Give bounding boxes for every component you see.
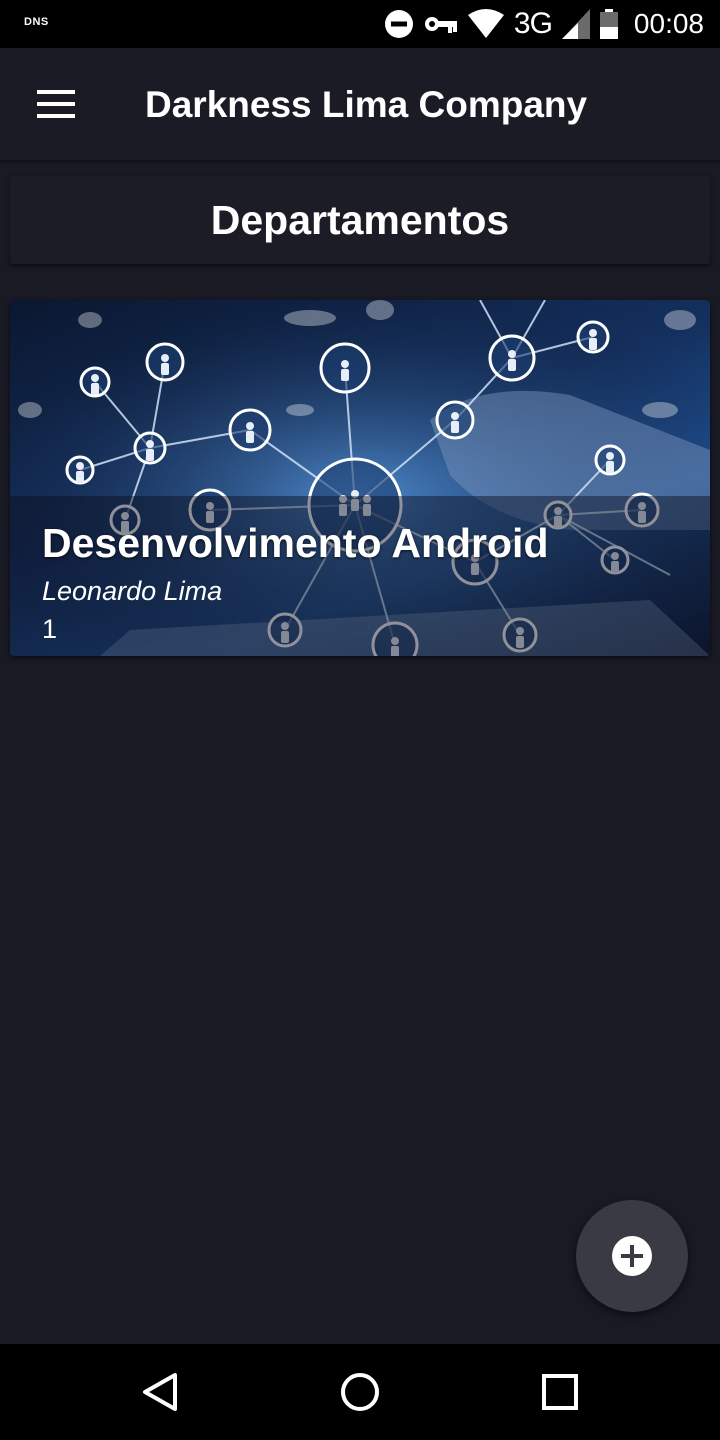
- do-not-disturb-icon: [384, 10, 413, 38]
- add-department-button[interactable]: [576, 1200, 688, 1312]
- recents-button[interactable]: [532, 1364, 588, 1420]
- recents-square-icon: [542, 1374, 578, 1410]
- back-button[interactable]: [132, 1364, 188, 1420]
- home-circle-icon: [341, 1373, 379, 1411]
- home-button[interactable]: [332, 1364, 388, 1420]
- wifi-icon: [467, 9, 504, 38]
- system-navigation-bar: [0, 1344, 720, 1440]
- vpn-key-icon: [424, 17, 457, 33]
- clock: 00:08: [633, 8, 704, 39]
- status-icons: 3G 00:08: [384, 0, 704, 48]
- department-card[interactable]: Desenvolvimento Android Leonardo Lima 1: [10, 300, 710, 656]
- network-type: 3G: [513, 7, 553, 40]
- status-bar: DNS 3G 00:08: [0, 0, 720, 48]
- dns-label: DNS: [24, 16, 49, 28]
- app-bar: Darkness Lima Company: [0, 48, 720, 160]
- department-manager: Leonardo Lima: [42, 576, 223, 606]
- hamburger-menu-icon: [37, 90, 75, 118]
- app-title: Darkness Lima Company: [145, 84, 588, 125]
- add-circle-icon: [612, 1236, 652, 1276]
- section-title: Departamentos: [210, 196, 510, 243]
- menu-button[interactable]: [28, 76, 84, 132]
- back-triangle-icon: [143, 1373, 177, 1411]
- section-header: Departamentos: [10, 176, 710, 264]
- battery-icon: [599, 9, 618, 39]
- signal-icon: [561, 9, 590, 39]
- department-count: 1: [42, 614, 58, 644]
- department-name: Desenvolvimento Android: [42, 520, 549, 566]
